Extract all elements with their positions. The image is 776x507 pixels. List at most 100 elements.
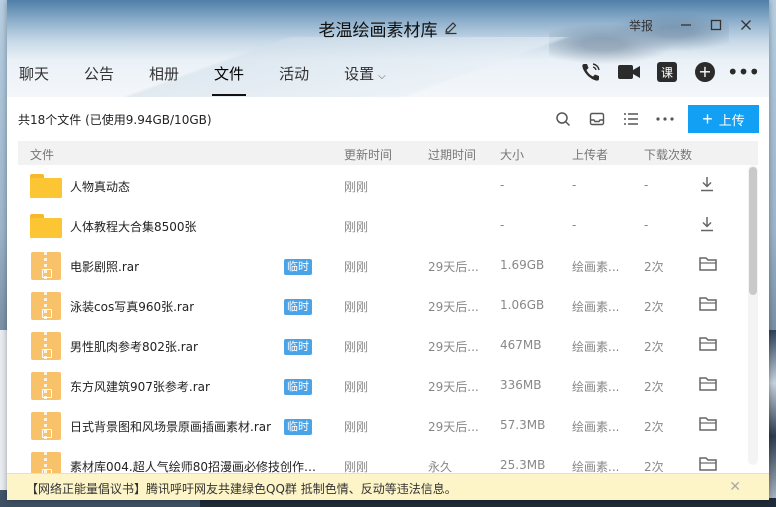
notice-bar: 【网络正能量倡议书】腾讯呼吁网友共建绿色QQ群 抵制色情、反动等违法信息。 ✕ (7, 473, 769, 500)
video-call-button[interactable] (617, 60, 641, 84)
col-file[interactable]: 文件 (30, 146, 54, 163)
table-row[interactable]: 男性肌肉参考802张.rar 临时 刚刚 29天后... 467MB 绘画素... 2次 (18, 325, 758, 365)
archive-file-icon (31, 412, 61, 440)
download-icon[interactable] (698, 215, 718, 235)
file-name[interactable]: 人物真动态 (70, 178, 130, 195)
file-name[interactable]: 男性肌肉参考802张.rar (70, 338, 198, 355)
temporary-badge: 临时 (284, 419, 312, 435)
tab-album[interactable]: 相册 (149, 62, 189, 92)
expire-time: 29天后... (428, 380, 479, 394)
table-header: 文件 更新时间 过期时间 大小 上传者 下载次数 (18, 141, 758, 165)
minimize-button[interactable] (671, 15, 701, 35)
list-view-button[interactable] (620, 108, 642, 130)
upload-button[interactable]: + 上传 (688, 105, 759, 133)
plus-icon: + (702, 109, 713, 129)
file-size: 25.3MB (500, 458, 546, 472)
temporary-badge: 临时 (284, 379, 312, 395)
file-name[interactable]: 东方风建筑907张参考.rar (70, 378, 210, 395)
table-row[interactable]: 人物真动态 刚刚 - - - (18, 165, 758, 205)
voice-call-button[interactable] (579, 60, 603, 84)
download-count: 2次 (644, 460, 664, 473)
minimize-icon (681, 24, 691, 26)
inbox-button[interactable] (586, 108, 608, 130)
folder-icon (30, 214, 62, 238)
temporary-badge: 临时 (284, 259, 312, 275)
updated-time: 刚刚 (344, 380, 369, 394)
file-size: 336MB (500, 378, 542, 392)
folder-open-icon[interactable] (698, 415, 718, 435)
table-row[interactable]: 泳装cos写真960张.rar 临时 刚刚 29天后... 1.06GB 绘画素... 2次 (18, 285, 758, 325)
add-app-button[interactable]: + (693, 60, 717, 84)
uploader-name: - (572, 218, 577, 232)
file-size: 1.06GB (500, 298, 545, 312)
table-row[interactable]: 人体教程大合集8500张 刚刚 - - - (18, 205, 758, 245)
more-options-button[interactable] (654, 108, 676, 130)
archive-file-icon (31, 292, 61, 320)
tab-settings-label: 设置 (344, 65, 375, 83)
file-size: - (500, 218, 505, 232)
col-updated[interactable]: 更新时间 (344, 146, 392, 163)
notice-text[interactable]: 【网络正能量倡议书】腾讯呼吁网友共建绿色QQ群 抵制色情、反动等违法信息。 (26, 480, 457, 497)
file-name[interactable]: 人体教程大合集8500张 (70, 218, 197, 235)
add-app-icon: + (695, 62, 715, 82)
download-count: - (644, 178, 649, 192)
folder-open-icon[interactable] (698, 335, 718, 355)
tab-activity[interactable]: 活动 (279, 62, 319, 92)
search-button[interactable] (552, 108, 574, 130)
uploader-name: 绘画素... (572, 260, 620, 274)
col-downloads[interactable]: 下载次数 (644, 146, 692, 163)
close-icon (741, 20, 751, 30)
expire-time: 永久 (428, 460, 453, 473)
file-name[interactable]: 素材库004.超人气绘师80招漫画必修技创作教... (70, 458, 325, 473)
folder-open-icon[interactable] (698, 255, 718, 275)
table-row[interactable]: 东方风建筑907张参考.rar 临时 刚刚 29天后... 336MB 绘画素... 2次 (18, 365, 758, 405)
col-expires[interactable]: 过期时间 (428, 146, 476, 163)
search-icon (556, 112, 571, 127)
col-uploader[interactable]: 上传者 (572, 146, 608, 163)
file-size: 57.3MB (500, 418, 546, 432)
more-button[interactable]: ••• (727, 60, 760, 84)
expire-time: 29天后... (428, 300, 479, 314)
file-name[interactable]: 日式背景图和风场景原画插画素材.rar (70, 418, 271, 435)
col-size[interactable]: 大小 (500, 146, 524, 163)
table-row[interactable]: 电影剧照.rar 临时 刚刚 29天后... 1.69GB 绘画素... 2次 (18, 245, 758, 285)
tab-settings[interactable]: 设置 ⌵ (344, 62, 396, 92)
uploader-name: 绘画素... (572, 340, 620, 354)
folder-open-icon[interactable] (698, 295, 718, 315)
close-button[interactable] (731, 15, 761, 35)
download-count: - (644, 218, 649, 232)
folder-icon (30, 174, 62, 198)
notice-close-icon[interactable]: ✕ (729, 479, 741, 495)
tab-files[interactable]: 文件 (212, 62, 254, 96)
download-icon[interactable] (698, 175, 718, 195)
file-size: 467MB (500, 338, 542, 352)
file-size: 1.69GB (500, 258, 545, 272)
table-row[interactable]: 素材库004.超人气绘师80招漫画必修技创作教... 刚刚 永久 25.3MB 绘画素.… (18, 445, 758, 473)
scrollbar-thumb[interactable] (749, 167, 757, 295)
expire-time: 29天后... (428, 420, 479, 434)
expire-time: 29天后... (428, 260, 479, 274)
inbox-icon (589, 112, 605, 126)
uploader-name: 绘画素... (572, 380, 620, 394)
video-icon (618, 65, 640, 79)
group-tabs: 聊天 公告 相册 文件 活动 设置 ⌵ (19, 62, 421, 96)
download-count: 2次 (644, 420, 664, 434)
file-name[interactable]: 泳装cos写真960张.rar (70, 298, 194, 315)
maximize-button[interactable] (701, 15, 731, 35)
files-summary: 共18个文件 (已使用9.94GB/10GB) (18, 113, 212, 127)
group-files-window: 老温绘画素材库 举报 聊天 公告 相册 文件 活动 设置 ⌵ 课 + ••• 共… (7, 0, 769, 500)
report-link[interactable]: 举报 (629, 17, 653, 34)
tab-announcement[interactable]: 公告 (84, 62, 124, 92)
tab-chat[interactable]: 聊天 (19, 62, 59, 92)
edit-name-icon[interactable] (444, 21, 458, 39)
class-button[interactable]: 课 (655, 60, 679, 84)
folder-open-icon[interactable] (698, 375, 718, 395)
file-name[interactable]: 电影剧照.rar (70, 258, 139, 275)
uploader-name: 绘画素... (572, 420, 620, 434)
folder-open-icon[interactable] (698, 455, 718, 473)
uploader-name: 绘画素... (572, 300, 620, 314)
table-row[interactable]: 日式背景图和风场景原画插画素材.rar 临时 刚刚 29天后... 57.3MB 绘画素.… (18, 405, 758, 445)
download-count: 2次 (644, 300, 664, 314)
group-name: 老温绘画素材库 (318, 21, 438, 41)
class-icon: 课 (657, 62, 677, 82)
